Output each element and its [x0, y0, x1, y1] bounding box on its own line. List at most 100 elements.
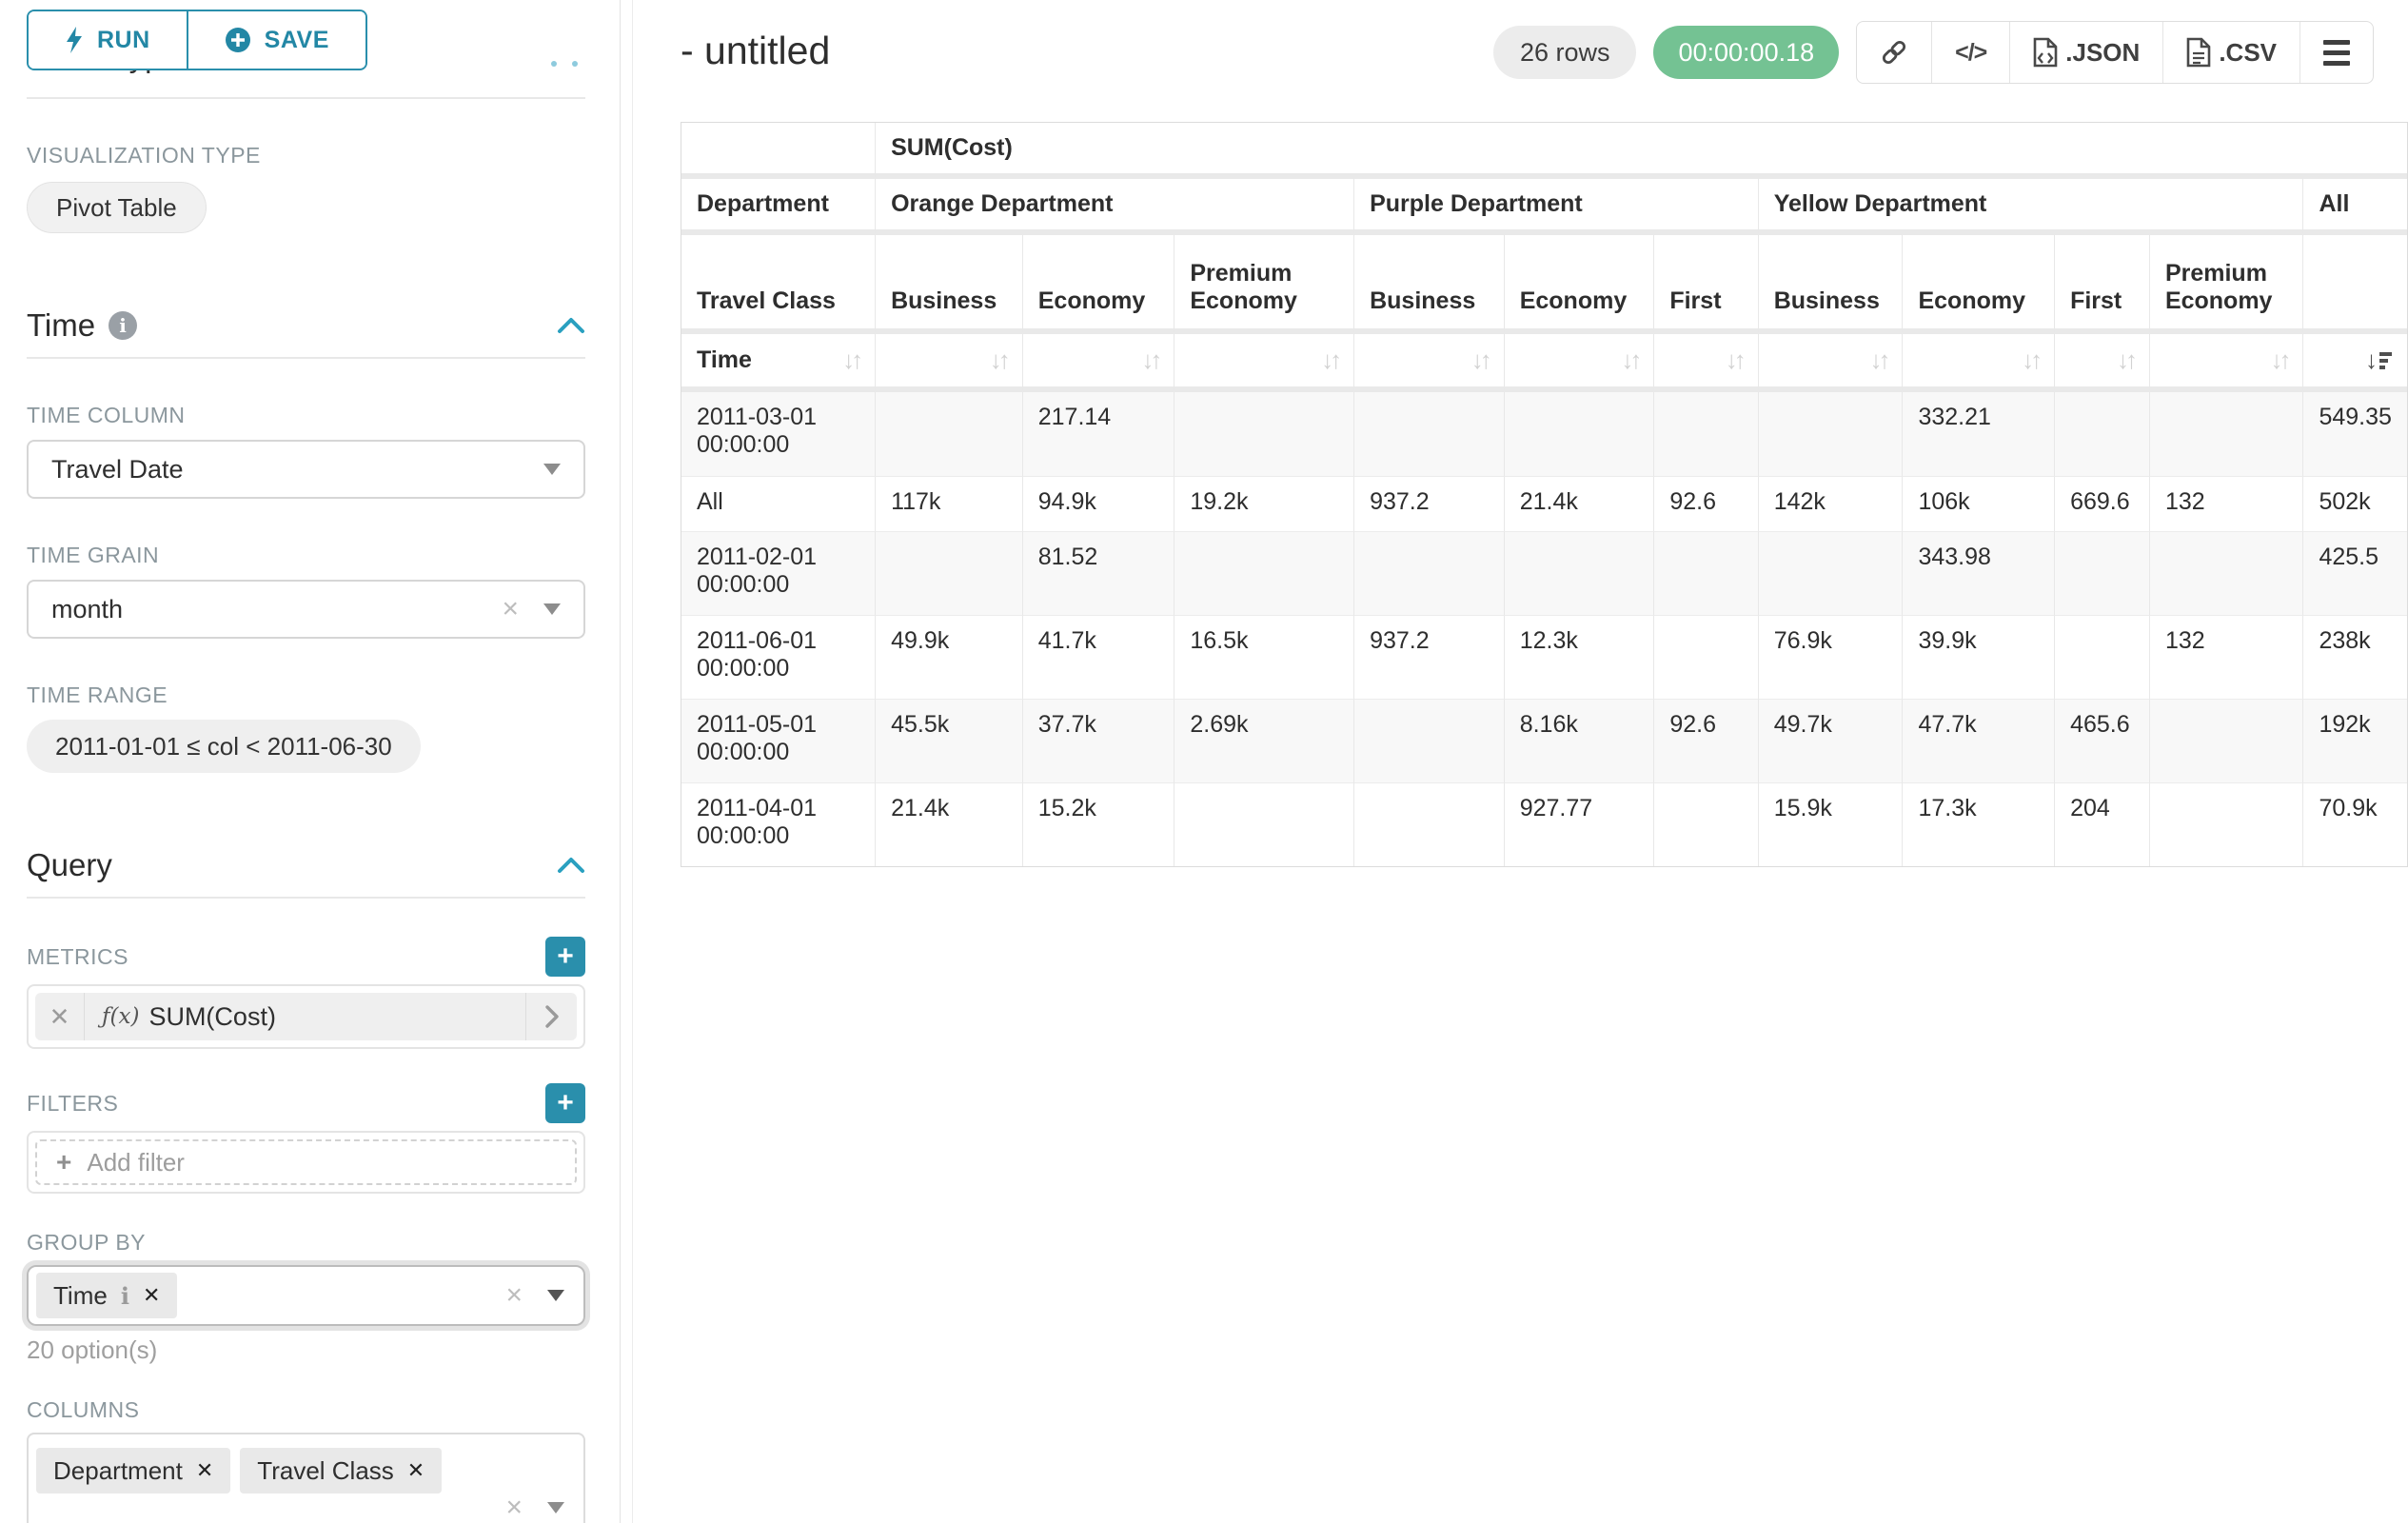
pill-label: Time [53, 1281, 108, 1311]
sort-icon[interactable]: ↓↑ [2022, 346, 2039, 375]
copy-link-button[interactable] [1857, 22, 1931, 83]
remove-icon[interactable]: ✕ [143, 1283, 160, 1308]
remove-icon[interactable]: ✕ [407, 1458, 424, 1483]
group-by-select[interactable]: Timei✕ × [27, 1265, 585, 1326]
embed-code-button[interactable]: </> [1931, 22, 2009, 83]
pivot-cell: 15.2k [1023, 782, 1175, 866]
drag-handle-dots [551, 61, 578, 67]
chevron-right-icon[interactable] [525, 993, 577, 1040]
export-csv-button[interactable]: .CSV [2162, 22, 2299, 83]
pivot-cell: 41.7k [1023, 615, 1175, 699]
clear-icon[interactable]: × [505, 1492, 523, 1523]
sort-header[interactable]: ↓↑ [1354, 334, 1505, 392]
save-button[interactable]: SAVE [187, 11, 365, 69]
sort-header[interactable]: ↓↑ [2150, 334, 2304, 392]
pivot-cell [1654, 531, 1758, 615]
sort-header[interactable]: ↓↑ [1023, 334, 1175, 392]
pivot-table-container: SUM(Cost)DepartmentOrange DepartmentPurp… [681, 122, 2408, 867]
sort-icon[interactable]: ↓↑ [1726, 346, 1743, 375]
remove-metric-icon[interactable]: ✕ [35, 993, 85, 1040]
pivot-cell: 15.9k [1759, 782, 1904, 866]
pivot-cell [1174, 782, 1354, 866]
plus-circle-icon [225, 27, 251, 53]
row-header: All [681, 476, 876, 531]
lightning-icon [65, 27, 84, 53]
chevron-down-icon [547, 1502, 564, 1513]
add-filter-button[interactable]: + [545, 1083, 585, 1123]
add-metric-button[interactable]: + [545, 937, 585, 977]
pivot-cell [876, 392, 1023, 476]
sort-icon[interactable]: ↓↑ [1621, 346, 1638, 375]
pivot-cell: 204 [2055, 782, 2150, 866]
metric-header: SUM(Cost) [876, 123, 2407, 179]
pivot-cell: 927.77 [1505, 782, 1655, 866]
pivot-cell: 502k [2303, 476, 2407, 531]
sort-header[interactable]: ↓↑ [1654, 334, 1758, 392]
menu-button[interactable] [2299, 22, 2373, 83]
clear-icon[interactable]: × [505, 1279, 523, 1312]
pivot-cell [1654, 782, 1758, 866]
filters-label: FILTERS [27, 1091, 545, 1117]
sort-header[interactable]: ↓↑ [2055, 334, 2150, 392]
sort-header[interactable]: ↓↑ [1174, 334, 1354, 392]
column-header: First [2055, 235, 2150, 334]
run-button[interactable]: RUN [29, 11, 187, 69]
column-group-header: Yellow Department [1759, 179, 2304, 235]
remove-icon[interactable]: ✕ [196, 1458, 213, 1483]
chevron-down-icon [547, 1290, 564, 1301]
sort-header[interactable]: ↓↑ [1505, 334, 1655, 392]
pivot-cell: 132 [2150, 476, 2304, 531]
pivot-cell [1759, 392, 1904, 476]
time-grain-select[interactable]: month × [27, 580, 585, 639]
pivot-cell: 8.16k [1505, 699, 1655, 782]
sort-header[interactable]: ↓↑ [1759, 334, 1904, 392]
divider [27, 357, 585, 359]
divider [27, 97, 585, 99]
query-section-header[interactable]: Query [27, 847, 585, 883]
sort-icon[interactable]: ↓↑ [990, 346, 1007, 375]
metric-name: SUM(Cost) [148, 1002, 525, 1032]
chart-title[interactable]: - untitled [681, 21, 830, 73]
add-filter-dropzone[interactable]: + Add filter [35, 1139, 577, 1185]
time-range-pill[interactable]: 2011-01-01 ≤ col < 2011-06-30 [27, 720, 421, 773]
columns-select[interactable]: Department✕Travel Class✕ × [27, 1433, 585, 1523]
pivot-cell: 465.6 [2055, 699, 2150, 782]
pivot-cell: 81.52 [1023, 531, 1175, 615]
pivot-cell [1505, 392, 1655, 476]
chevron-up-icon[interactable] [557, 857, 585, 874]
sort-icon[interactable]: ↓↑ [2117, 346, 2134, 375]
sort-icon[interactable]: ↓↑ [1321, 346, 1338, 375]
pivot-cell: 332.21 [1903, 392, 2055, 476]
visualization-type-pill[interactable]: Pivot Table [27, 182, 207, 233]
metric-pill[interactable]: ✕ ƒ(x) SUM(Cost) [35, 993, 577, 1040]
sort-desc-icon[interactable]: ↓ [2365, 346, 2392, 375]
pivot-cell: 106k [1903, 476, 2055, 531]
info-icon: i [109, 311, 137, 340]
table-row: All117k94.9k19.2k937.221.4k92.6142k106k6… [681, 476, 2407, 531]
column-header: Economy [1023, 235, 1175, 334]
sort-header[interactable]: ↓↑ [1903, 334, 2055, 392]
time-section-header[interactable]: Time i [27, 307, 585, 344]
sort-icon[interactable]: ↓↑ [842, 346, 859, 375]
pivot-cell [2150, 531, 2304, 615]
pivot-cell: 19.2k [1174, 476, 1354, 531]
sort-icon[interactable]: ↓↑ [1869, 346, 1886, 375]
pivot-cell: 2.69k [1174, 699, 1354, 782]
pivot-cell: 192k [2303, 699, 2407, 782]
sort-icon[interactable]: ↓↑ [1141, 346, 1158, 375]
clear-icon[interactable]: × [502, 593, 519, 625]
sort-header[interactable]: ↓↑ [876, 334, 1023, 392]
column-header: Business [1759, 235, 1904, 334]
row-header: 2011-06-01 00:00:00 [681, 615, 876, 699]
sort-icon[interactable]: ↓↑ [1471, 346, 1489, 375]
export-json-button[interactable]: .JSON [2009, 22, 2162, 83]
export-toolbar: </> .JSON [1856, 21, 2374, 84]
column-header: Economy [1903, 235, 2055, 334]
sort-header[interactable]: ↓ [2303, 334, 2407, 392]
control-panel: Chart Type RUN SAVE VISUALIZATION TYPE P… [0, 0, 621, 1523]
time-axis-label[interactable]: Time↓↑ [681, 334, 876, 392]
chevron-up-icon[interactable] [557, 317, 585, 334]
time-column-select[interactable]: Travel Date [27, 440, 585, 499]
column-header [2303, 235, 2407, 334]
sort-icon[interactable]: ↓↑ [2270, 346, 2287, 375]
